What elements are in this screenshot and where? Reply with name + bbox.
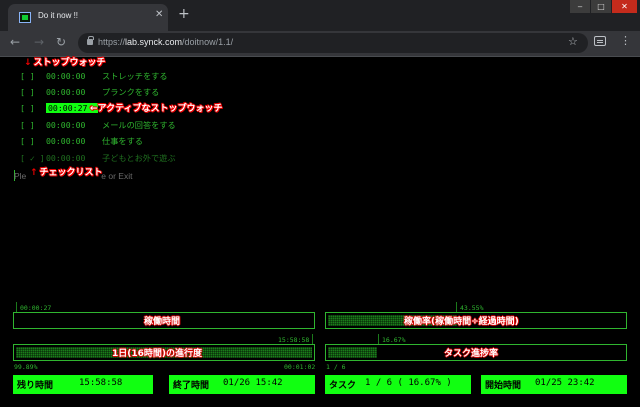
terminal-page: ↓ ストップウォッチ [ ] 00:00:00 ストレッチをする[ ] 00:00:00… — [0, 58, 640, 407]
start-time-key: 開始時間 — [485, 381, 522, 391]
remaining-time-value: 15:58:58 — [79, 378, 123, 388]
day-progress-percent: 99.89% — [14, 363, 38, 371]
task-checkbox[interactable]: [ ] — [20, 103, 46, 113]
task-checkbox[interactable]: [ ✓ ] — [20, 153, 46, 163]
task-progress-label: タスク進捗率 — [444, 349, 499, 359]
task-count-value: 1 / 6 ( 16.67% ) — [365, 378, 452, 388]
day-progress-bar: 1日(16時間)の進行度 — [13, 344, 315, 361]
remaining-time-box: 残り時間 15:58:58 — [13, 375, 153, 394]
day-progress-value: 15:58:58 — [278, 336, 310, 344]
browser-tab[interactable]: Do it now !! ✕ — [8, 4, 168, 31]
task-progress-count: 1 / 6 — [326, 363, 346, 371]
annotation-stopwatch: ↓ ストップウォッチ — [24, 58, 106, 68]
task-progress-bar: タスク進捗率 — [325, 344, 627, 361]
task-progress-value: 16.67% — [382, 336, 406, 344]
task-name: プランクをする — [102, 87, 160, 98]
close-window-button[interactable]: ✕ — [612, 0, 637, 13]
task-name: メールの回答をする — [102, 119, 176, 130]
annotation-active-stopwatch: ←アクティブなストップウォッチ — [90, 104, 223, 114]
day-progress-label: 1日(16時間)の進行度 — [112, 349, 203, 359]
end-time-box: 終了時間 01/26 15:42 — [169, 375, 315, 394]
forward-arrow-icon[interactable]: → — [34, 35, 44, 49]
task-name: 仕事をする — [102, 136, 143, 147]
back-arrow-icon[interactable]: ← — [10, 35, 20, 49]
task-stopwatch[interactable]: 00:00:00 — [46, 120, 98, 130]
annotation-checklist: ↑ チェックリスト — [30, 168, 103, 178]
work-rate-bar: 稼働率(稼働時間÷経過時間) — [325, 312, 627, 329]
work-time-marker — [16, 302, 17, 312]
task-checkbox[interactable]: [ ] — [20, 71, 46, 81]
task-row[interactable]: [ ] 00:00:00 プランクをする — [20, 86, 159, 98]
address-bar[interactable]: https://lab.synck.com/doitnow/1.1/ — [78, 33, 588, 53]
task-progress-marker — [378, 334, 379, 344]
day-progress-marker — [312, 334, 313, 344]
bookmark-star-icon[interactable]: ☆ — [568, 35, 578, 48]
task-row[interactable]: [ ] 00:00:00 メールの回答をする — [20, 119, 176, 131]
work-rate-marker — [456, 302, 457, 312]
url-text: https://lab.synck.com/doitnow/1.1/ — [98, 37, 234, 47]
work-rate-value: 43.55% — [460, 304, 484, 312]
day-progress-remaining: 00:01:02 — [284, 363, 316, 371]
task-progress-fill — [328, 347, 378, 358]
task-stopwatch[interactable]: 00:00:00 — [46, 153, 98, 163]
terminal-favicon-icon — [19, 12, 31, 23]
lock-icon — [87, 36, 94, 45]
task-checkbox[interactable]: [ ] — [20, 87, 46, 97]
end-time-value: 01/26 15:42 — [223, 378, 283, 388]
task-count-box: タスク 1 / 6 ( 16.67% ) — [325, 375, 471, 394]
task-stopwatch[interactable]: 00:00:00 — [46, 87, 98, 97]
minimize-window-button[interactable]: ‒ — [570, 0, 590, 13]
maximize-window-button[interactable]: □ — [591, 0, 611, 13]
browser-toolbar: ← → ↻ https://lab.synck.com/doitnow/1.1/ — [0, 31, 640, 57]
start-time-value: 01/25 23:42 — [535, 378, 595, 388]
task-stopwatch[interactable]: 00:00:00 — [46, 136, 98, 146]
task-row[interactable]: [ ] 00:00:00 仕事をする — [20, 135, 143, 147]
task-name: ストレッチをする — [102, 71, 168, 81]
task-checkbox[interactable]: [ ] — [20, 120, 46, 130]
end-time-key: 終了時間 — [173, 381, 210, 391]
task-stopwatch[interactable]: 00:00:00 — [46, 71, 98, 81]
task-count-key: タスク — [329, 381, 357, 391]
close-tab-icon[interactable]: ✕ — [155, 9, 163, 20]
remaining-time-key: 残り時間 — [17, 381, 54, 391]
start-time-box: 開始時間 01/25 23:42 — [481, 375, 627, 394]
arrow-down-icon: ↓ — [24, 58, 32, 68]
work-time-bar: 稼働時間 — [13, 312, 315, 329]
task-row[interactable]: [ ] 00:00:00 ストレッチをする — [20, 70, 168, 82]
work-time-label: 稼働時間 — [144, 317, 181, 327]
task-name: 子どもとお外で遊ぶ — [102, 152, 176, 163]
work-rate-label: 稼働率(稼働時間÷経過時間) — [404, 317, 519, 327]
arrow-up-icon: ↑ — [30, 168, 38, 178]
work-time-value: 00:00:27 — [20, 304, 52, 312]
menu-kebab-icon[interactable]: ⋮ — [620, 34, 631, 47]
task-checkbox[interactable]: [ ] — [20, 136, 46, 146]
browser-titlebar: Do it now !! ✕ + ‒ □ ✕ — [0, 0, 640, 31]
tab-title: Do it now !! — [38, 11, 79, 20]
task-row[interactable]: [ ✓ ]00:00:00 子どもとお外で遊ぶ — [20, 152, 176, 164]
new-tab-icon[interactable]: + — [178, 6, 190, 22]
extension-icon[interactable] — [594, 36, 606, 46]
reload-icon[interactable]: ↻ — [56, 35, 66, 49]
